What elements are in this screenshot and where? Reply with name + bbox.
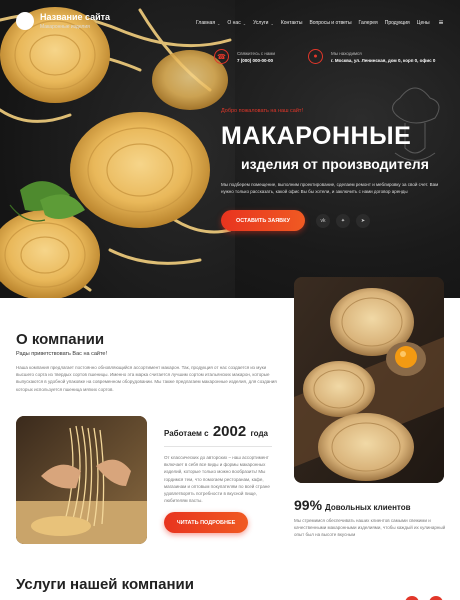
contact-address: ● Мы находимся г. Москва, ул. Ленинская,… bbox=[308, 49, 435, 64]
hero-description: Мы подберем помещение, выполним проектир… bbox=[221, 182, 439, 194]
stat-heading: 99% Довольных клиентов bbox=[294, 497, 411, 513]
site-tagline: Макаронные изделия bbox=[40, 24, 90, 30]
address-label: Мы находимся bbox=[331, 50, 362, 56]
read-more-button[interactable]: ЧИТАТЬ ПОДРОБНЕЕ bbox=[164, 512, 248, 533]
map-pin-icon: ● bbox=[308, 49, 323, 64]
hero-subtitle: изделия от производителя bbox=[241, 156, 429, 172]
nav-item-services[interactable]: Услуги ⌄ bbox=[253, 20, 274, 26]
divider bbox=[164, 446, 272, 447]
telegram-icon[interactable]: ➤ bbox=[356, 214, 370, 228]
pasta-egg-photo bbox=[294, 277, 444, 483]
phone-number: 7 (000) 000-00-00 bbox=[237, 57, 274, 63]
nav-item-home[interactable]: Главная ⌄ bbox=[196, 20, 220, 26]
since-year: 2002 bbox=[212, 423, 247, 440]
carousel-prev-button[interactable] bbox=[405, 596, 419, 600]
address-value: г. Москва, ул. Ленинская, дом 0, корп 0,… bbox=[331, 57, 436, 63]
hero-welcome: Добро пожаловать на наш сайт! bbox=[221, 108, 303, 114]
stat-text: Мы стремимся обеспечивать наших клиентов… bbox=[294, 518, 446, 538]
pasta-nests-image bbox=[0, 0, 235, 298]
about-title: О компании bbox=[16, 331, 105, 348]
hamburger-icon[interactable]: ≡ bbox=[439, 19, 444, 27]
contact-phone[interactable]: ☎ Свяжитесь с нами 7 (000) 000-00-00 bbox=[214, 49, 275, 64]
phone-label: Свяжитесь с нами bbox=[237, 50, 276, 56]
stat-number: 99% bbox=[294, 497, 323, 513]
hero-section: Название сайта Макаронные изделия Главна… bbox=[0, 0, 460, 298]
brand[interactable]: Название сайта Макаронные изделия bbox=[16, 12, 110, 30]
chevron-down-icon: ⌄ bbox=[242, 20, 247, 26]
chef-pasta-photo bbox=[16, 416, 147, 544]
services-title: Услуги нашей компании bbox=[16, 576, 194, 593]
nav-item-faq[interactable]: Вопросы и ответы bbox=[309, 20, 351, 26]
nav-item-prices[interactable]: Цены bbox=[417, 20, 430, 26]
since-heading: Работаем с 2002 года bbox=[164, 423, 268, 440]
nav-item-gallery[interactable]: Галерея bbox=[359, 20, 378, 26]
site-name: Название сайта bbox=[40, 12, 111, 22]
submit-request-button[interactable]: ОСТАВИТЬ ЗАЯВКУ bbox=[221, 210, 305, 231]
chevron-down-icon: ⌄ bbox=[217, 20, 221, 26]
nav-item-products[interactable]: Продукция bbox=[385, 20, 410, 26]
about-text: Наша компания предлагает постоянно обнов… bbox=[16, 365, 277, 392]
nav-item-about[interactable]: О нас ⌄ bbox=[227, 20, 246, 26]
logo-icon bbox=[16, 12, 34, 30]
twitter-icon[interactable]: ✦ bbox=[336, 214, 350, 228]
hero-title: МАКАРОННЫЕ bbox=[221, 122, 412, 150]
social-links: vk ✦ ➤ bbox=[316, 214, 370, 228]
carousel-next-button[interactable] bbox=[429, 596, 443, 600]
main-nav: Главная ⌄ О нас ⌄ Услуги ⌄ Контакты Вопросы… bbox=[196, 19, 443, 27]
phone-icon: ☎ bbox=[214, 49, 229, 64]
vk-icon[interactable]: vk bbox=[316, 214, 330, 228]
stat-label: Довольных клиентов bbox=[325, 503, 411, 512]
nav-item-contacts[interactable]: Контакты bbox=[281, 20, 303, 26]
chevron-down-icon: ⌄ bbox=[270, 20, 274, 26]
since-text: От классических до авторских – наш ассор… bbox=[164, 455, 270, 504]
about-greeting: Рады приветствовать Вас на сайте! bbox=[16, 351, 107, 357]
